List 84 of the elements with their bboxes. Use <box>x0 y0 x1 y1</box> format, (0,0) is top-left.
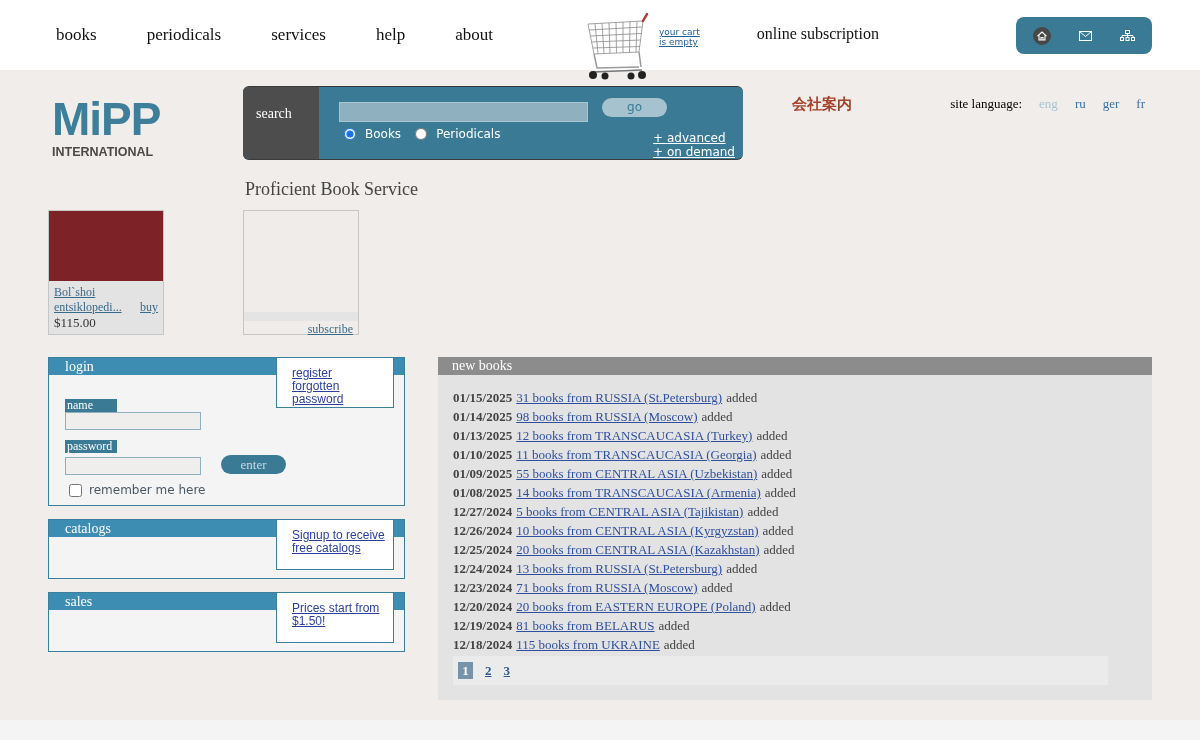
logo-text[interactable]: MiPP <box>52 97 161 141</box>
search-option-link[interactable]: + on demand <box>653 145 735 159</box>
added-text: added <box>701 409 733 424</box>
date-text: 01/08/2025 <box>453 485 513 500</box>
added-text: added <box>747 504 779 519</box>
new-books-link[interactable]: 31 books from RUSSIA (St.Petersburg) <box>516 390 723 405</box>
date-text: 01/13/2025 <box>453 428 513 443</box>
date-text: 01/14/2025 <box>453 409 513 424</box>
new-books-link[interactable]: 12 books from TRANSCAUCASIA (Turkey) <box>516 428 753 443</box>
nav-link[interactable]: help <box>376 22 406 48</box>
added-text: added <box>663 637 695 652</box>
new-books-link[interactable]: 81 books from BELARUS <box>516 618 655 633</box>
added-text: added <box>701 580 733 595</box>
added-text: added <box>726 390 758 405</box>
field-label: name <box>65 399 117 412</box>
book-title-link[interactable]: Bol`shoi entsiklopedi... <box>54 285 136 315</box>
new-books-link[interactable]: 71 books from RUSSIA (Moscow) <box>516 580 698 595</box>
language-link[interactable]: ru <box>1074 94 1086 114</box>
added-text: added <box>764 485 796 500</box>
panel-header: new books <box>438 357 1152 375</box>
date-text: 12/24/2024 <box>453 561 513 576</box>
input-field[interactable] <box>65 412 201 430</box>
cart-status-link[interactable]: your cart is empty <box>659 27 700 47</box>
new-books-link[interactable]: 14 books from TRANSCAUCASIA (Armenia) <box>516 485 761 500</box>
added-text: added <box>760 447 792 462</box>
nav-link[interactable]: books <box>56 22 97 48</box>
date-text: 01/15/2025 <box>453 390 513 405</box>
search-option-link[interactable]: + advanced <box>653 131 726 145</box>
enter-button[interactable]: enter <box>221 455 286 474</box>
language-link[interactable]: fr <box>1136 94 1145 114</box>
added-text: added <box>726 561 758 576</box>
input-field[interactable] <box>65 457 201 475</box>
search-type-radio[interactable] <box>344 128 356 140</box>
nav-link[interactable]: services <box>271 22 326 48</box>
field-label: password <box>65 440 117 453</box>
new-books-link[interactable]: 20 books from EASTERN EUROPE (Poland) <box>516 599 756 614</box>
date-text: 12/19/2024 <box>453 618 513 633</box>
added-text: added <box>759 599 791 614</box>
added-text: added <box>763 542 795 557</box>
date-text: 12/20/2024 <box>453 599 513 614</box>
date-text: 12/25/2024 <box>453 542 513 557</box>
page-link[interactable]: 3 <box>503 662 510 679</box>
radio-label[interactable]: Periodicals <box>436 127 501 141</box>
page-link[interactable]: 2 <box>485 662 492 679</box>
mail-icon[interactable] <box>1079 30 1092 41</box>
language-link[interactable]: ger <box>1102 94 1120 114</box>
search-field[interactable] <box>339 102 588 122</box>
date-text: 12/26/2024 <box>453 523 513 538</box>
new-books-link[interactable]: 10 books from CENTRAL ASIA (Kyrgyzstan) <box>516 523 759 538</box>
new-books-link[interactable]: 98 books from RUSSIA (Moscow) <box>516 409 698 424</box>
date-text: 12/27/2024 <box>453 504 513 519</box>
added-text: added <box>756 428 788 443</box>
buy-link[interactable]: buy <box>140 300 158 315</box>
online-subscription-link[interactable]: online subscription <box>756 22 879 46</box>
company-info-link[interactable]: 会社案内 <box>792 93 852 116</box>
language-label: site language: <box>950 95 1023 113</box>
search-type-radio[interactable] <box>415 128 428 140</box>
new-books-link[interactable]: 5 books from CENTRAL ASIA (Tajikistan) <box>516 504 744 519</box>
new-books-link[interactable]: 115 books from UKRAINE <box>516 637 660 652</box>
panel-link[interactable]: forgotten password <box>292 380 390 406</box>
new-books-link[interactable]: 13 books from RUSSIA (St.Petersburg) <box>516 561 723 576</box>
added-text: added <box>762 523 794 538</box>
home-icon[interactable] <box>1033 26 1051 45</box>
remember-checkbox[interactable] <box>69 484 82 497</box>
subscribe-link[interactable]: subscribe <box>307 322 353 336</box>
added-text: added <box>658 618 690 633</box>
nav-link[interactable]: periodicals <box>146 22 222 48</box>
sitemap-icon[interactable] <box>1120 30 1135 41</box>
tagline-text: Proficient Book Service <box>245 178 418 200</box>
page-link[interactable]: 1 <box>458 662 473 679</box>
nav-link[interactable]: about <box>455 22 494 48</box>
date-text: 12/23/2024 <box>453 580 513 595</box>
date-text: 01/10/2025 <box>453 447 513 462</box>
date-text: 01/09/2025 <box>453 466 513 481</box>
date-text: 12/18/2024 <box>453 637 513 652</box>
new-books-link[interactable]: 20 books from CENTRAL ASIA (Kazakhstan) <box>516 542 760 557</box>
price-text: $115.00 <box>54 315 96 330</box>
checkbox-label[interactable]: remember me here <box>89 484 206 497</box>
search-label: search <box>243 87 319 159</box>
logo-subtitle[interactable]: INTERNATIONAL <box>52 145 154 159</box>
new-books-link[interactable]: 11 books from TRANSCAUCASIA (Georgia) <box>516 447 757 462</box>
added-text: added <box>761 466 793 481</box>
new-books-link[interactable]: 55 books from CENTRAL ASIA (Uzbekistan) <box>516 466 758 481</box>
radio-label[interactable]: Books <box>365 127 402 141</box>
